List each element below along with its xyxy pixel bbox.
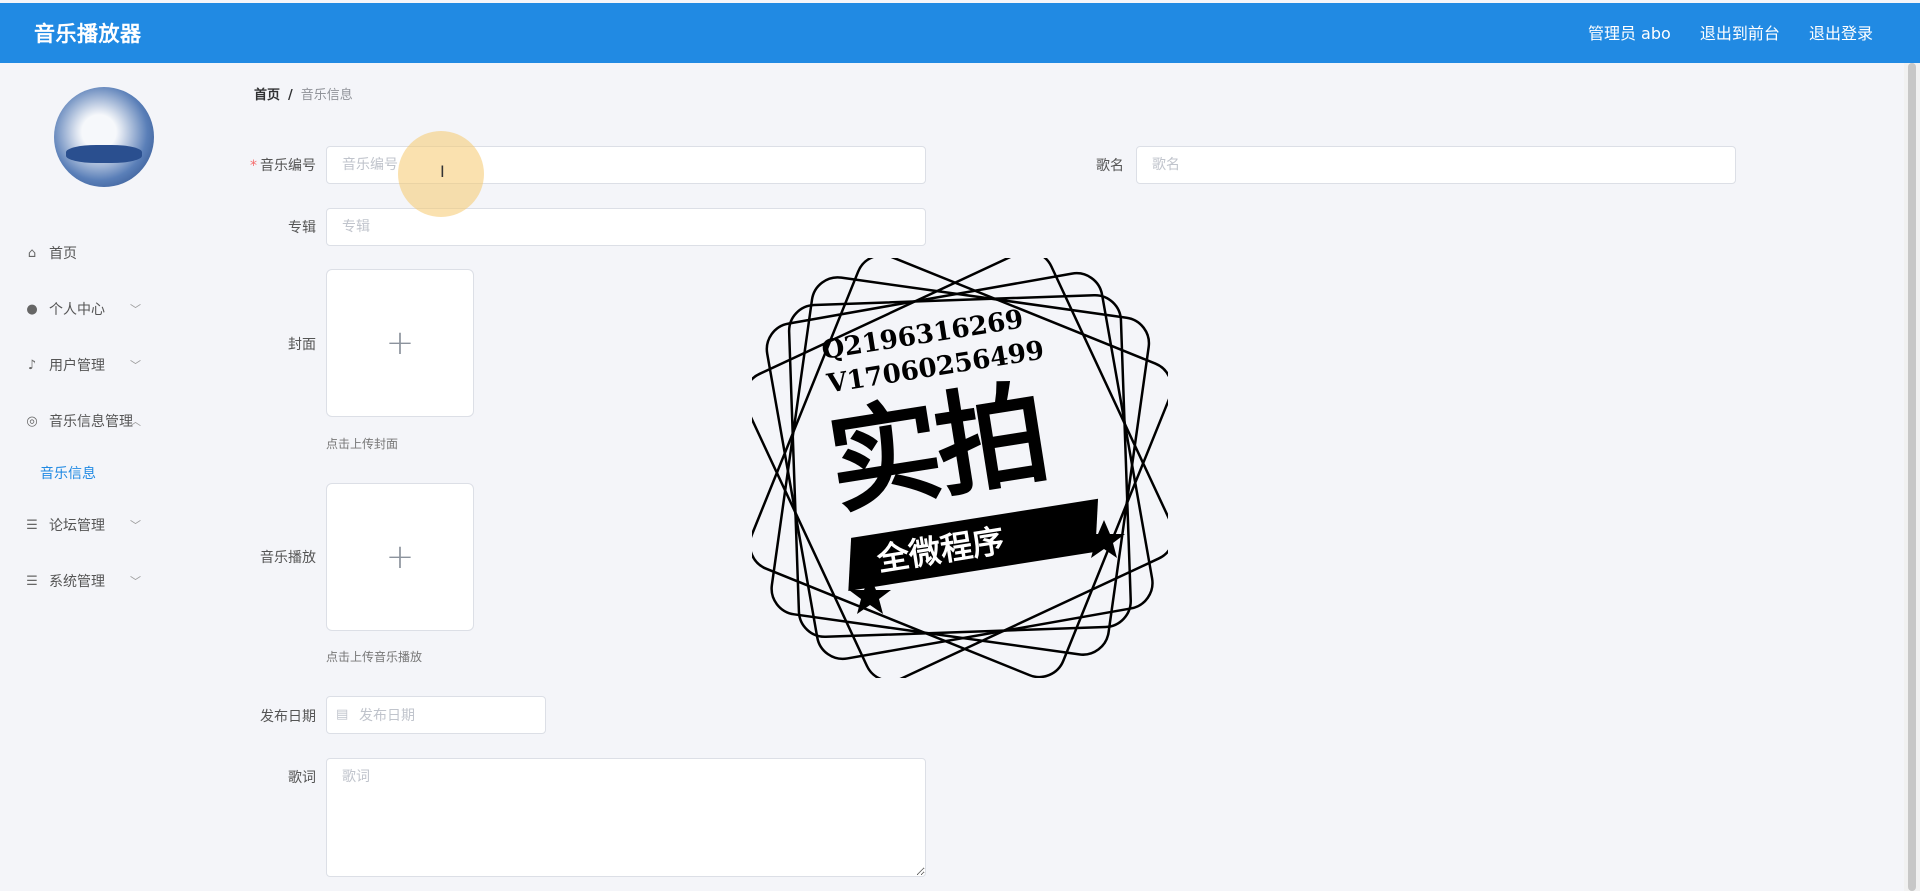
sidebar-item-personal-center[interactable]: ● 个人中心 ﹀ [0,282,207,338]
lyrics-textarea[interactable] [326,758,926,877]
stamp-main-text: 实拍 [819,368,1054,531]
user-icon: ● [26,302,38,317]
list-icon: ☰ [26,518,38,533]
chevron-down-icon: ﹀ [130,359,141,372]
cover-label: 封面 [288,337,316,353]
sidebar-item-label: 论坛管理 [49,518,105,534]
sidebar-item-label: 系统管理 [49,574,105,590]
mic-icon: ♪ [27,358,37,373]
sidebar-menu: ⌂ 首页 ● 个人中心 ﹀ ♪ 用户管理 ﹀ ◎ 音乐信息管理 ︿ 音乐信息 ☰… [0,226,207,610]
plus-icon: + [385,323,415,363]
sidebar-item-music-management[interactable]: ◎ 音乐信息管理 ︿ [0,394,207,450]
home-icon: ⌂ [27,246,37,261]
cover-upload-hint: 点击上传封面 [326,437,399,451]
header-actions: 管理员 abo 退出到前台 退出登录 [1564,3,1873,65]
chevron-down-icon: ﹀ [130,303,141,316]
release-date-label: 发布日期 [260,709,316,725]
top-header: 音乐播放器 管理员 abo 退出到前台 退出登录 [0,3,1920,63]
list-icon: ☰ [26,574,38,589]
required-mark: * [250,158,257,174]
song-name-label: 歌名 [1096,158,1124,174]
audio-upload-box[interactable]: + [326,483,474,631]
music-no-label-text: 音乐编号 [260,158,316,174]
lyrics-label: 歌词 [288,770,316,786]
release-date-input[interactable] [357,697,541,735]
audio-upload-hint: 点击上传音乐播放 [326,650,423,664]
music-no-label: * 音乐编号 [236,155,316,175]
sidebar-item-label: 音乐信息管理 [49,414,133,430]
chevron-up-icon: ︿ [130,415,141,428]
exit-to-front-link[interactable]: 退出到前台 [1700,24,1780,43]
logout-link[interactable]: 退出登录 [1809,24,1873,43]
stamp-sub-text: 全微程序 [874,521,1007,579]
sidebar-subitem-music-info[interactable]: 音乐信息 [0,450,207,498]
album-label: 专辑 [288,220,316,236]
breadcrumb-separator: / [288,88,293,103]
scrollbar-thumb[interactable] [1908,63,1916,891]
calendar-icon: ▤ [336,707,349,722]
sidebar: ⌂ 首页 ● 个人中心 ﹀ ♪ 用户管理 ﹀ ◎ 音乐信息管理 ︿ 音乐信息 ☰… [0,63,207,891]
sidebar-item-label: 个人中心 [49,302,105,318]
sidebar-item-system-management[interactable]: ☰ 系统管理 ﹀ [0,554,207,610]
stamp-text-group: Q2196316269 V17060256499 实拍 全微程序 [722,228,1199,708]
plus-icon: + [385,537,415,577]
chevron-down-icon: ﹀ [130,575,141,588]
watermark-stamp: Q2196316269 V17060256499 实拍 全微程序 [743,250,1176,683]
album-input[interactable] [326,208,926,246]
admin-user-label: 管理员 abo [1587,24,1671,43]
sidebar-item-label: 用户管理 [49,358,105,374]
sidebar-item-forum-management[interactable]: ☰ 论坛管理 ﹀ [0,498,207,554]
song-name-input[interactable] [1136,146,1736,184]
breadcrumb: 首页 / 音乐信息 [254,86,353,106]
sidebar-item-label: 首页 [49,246,77,262]
audio-label: 音乐播放 [260,550,316,566]
avatar [54,87,154,187]
breadcrumb-home[interactable]: 首页 [254,88,280,103]
sidebar-item-user-management[interactable]: ♪ 用户管理 ﹀ [0,338,207,394]
release-date-picker[interactable]: ▤ [326,696,546,735]
text-cursor-icon: I [440,162,445,181]
sidebar-item-home[interactable]: ⌂ 首页 [0,226,207,282]
chevron-down-icon: ﹀ [130,519,141,532]
compass-icon: ◎ [26,414,38,429]
cover-upload-box[interactable]: + [326,269,474,417]
breadcrumb-current: 音乐信息 [300,88,353,103]
page-scrollbar[interactable] [1904,63,1920,891]
app-title: 音乐播放器 [34,22,142,46]
